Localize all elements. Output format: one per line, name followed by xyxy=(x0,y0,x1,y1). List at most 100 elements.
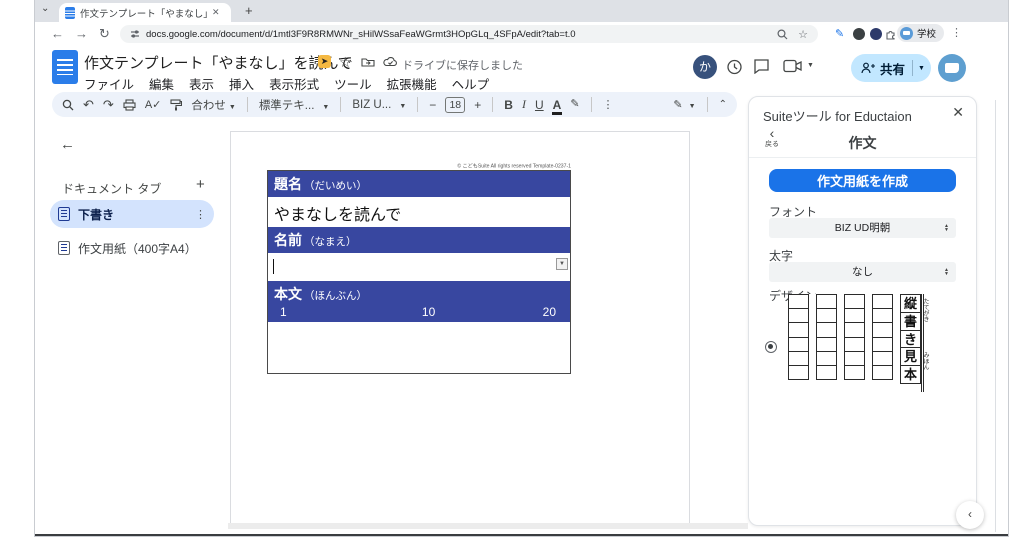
star-icon[interactable]: ☆ xyxy=(339,54,352,71)
bold-button[interactable]: B xyxy=(504,98,513,112)
tab-close-icon[interactable]: ✕ xyxy=(212,7,220,18)
sidebar-item-essay-paper[interactable]: 作文用紙（400字A4） xyxy=(50,236,214,260)
share-button[interactable]: 共有 ▼ xyxy=(851,54,931,82)
name-header-row: 名前（なまえ） xyxy=(268,227,570,253)
url-bar[interactable]: docs.google.com/document/d/1mtl3F9R8RMWN… xyxy=(120,25,818,43)
panel-page-title: 作文 xyxy=(749,133,976,153)
horizontal-scrollbar[interactable] xyxy=(228,523,748,529)
grid-column xyxy=(788,294,809,392)
essay-title-text[interactable]: やまなしを読んで xyxy=(274,201,401,225)
video-call-icon[interactable] xyxy=(783,59,803,73)
reload-button[interactable]: ↻ xyxy=(99,22,110,46)
toolbar-divider xyxy=(247,97,248,112)
new-tab-button[interactable]: + xyxy=(245,3,253,18)
tab-options-icon[interactable]: ⋮ xyxy=(195,208,206,221)
suite-tool-icon[interactable] xyxy=(938,54,966,82)
hide-menus-icon[interactable]: ⌃ xyxy=(719,99,727,110)
paint-format-icon[interactable] xyxy=(170,99,182,111)
move-folder-icon[interactable] xyxy=(361,56,375,68)
user-avatar[interactable]: か xyxy=(693,55,717,79)
extension-icon[interactable] xyxy=(870,28,882,40)
document-page[interactable]: © こどもSuite All rights reserved Template-… xyxy=(230,131,690,527)
document-tabs-heading: ドキュメント タブ xyxy=(62,180,161,197)
sidebar-item-label: 下書き xyxy=(78,206,187,223)
underline-button[interactable]: U xyxy=(535,98,544,112)
hide-side-panel-button[interactable]: ‹ xyxy=(956,501,984,529)
search-icon[interactable] xyxy=(62,99,74,111)
profile-chip[interactable]: 学校 xyxy=(897,24,944,42)
more-options-icon[interactable]: ⋮ xyxy=(603,98,614,111)
body-empty-row[interactable] xyxy=(268,322,570,373)
video-call-dropdown-icon[interactable]: ▼ xyxy=(807,62,814,69)
document-canvas[interactable]: © こどもSuite All rights reserved Template-… xyxy=(228,118,748,530)
forward-button[interactable]: → xyxy=(75,22,88,46)
share-label: 共有 xyxy=(880,59,905,78)
browser-menu-icon[interactable]: ⋮ xyxy=(951,26,962,39)
cloud-saved-icon[interactable] xyxy=(383,56,398,67)
create-essay-paper-button[interactable]: 作文用紙を作成 xyxy=(769,169,956,192)
zoom-page-icon[interactable] xyxy=(777,29,788,40)
design-preview[interactable]: 縦 書 き 見 本 たてがき みほん xyxy=(788,294,928,392)
comments-icon[interactable] xyxy=(753,58,770,74)
toolbar-divider xyxy=(707,97,708,112)
panel-close-icon[interactable]: ✕ xyxy=(952,104,964,121)
site-info-icon[interactable] xyxy=(130,29,140,39)
name-dropdown-icon[interactable]: ▼ xyxy=(556,258,568,270)
sidebar-item-draft[interactable]: 下書き ⋮ xyxy=(50,200,214,228)
increase-font-size-button[interactable]: + xyxy=(474,99,481,111)
unfold-icon: ▲▼ xyxy=(944,262,949,282)
title-value-row[interactable]: やまなしを読んで xyxy=(268,197,570,227)
bold-select[interactable]: なし ▲▼ xyxy=(769,262,956,282)
toolbar-divider xyxy=(492,97,493,112)
font-size-input[interactable]: 18 xyxy=(445,97,465,113)
tab-search-chevron-icon[interactable]: ⌄ xyxy=(41,3,49,14)
zoom-select[interactable]: 合わせ▼ xyxy=(191,97,235,113)
sample-char: き xyxy=(900,330,921,349)
school-avatar xyxy=(900,27,913,40)
document-title[interactable]: 作文テンプレート「やまなし」を読んで xyxy=(84,52,353,73)
saved-status[interactable]: ドライブに保存しました xyxy=(402,57,523,73)
highlight-color-icon[interactable]: ✎ xyxy=(570,99,579,110)
spellcheck-icon[interactable]: A✓ xyxy=(145,98,162,111)
menu-extensions[interactable]: 拡張機能 xyxy=(387,74,437,93)
undo-icon[interactable]: ↶ xyxy=(83,98,94,111)
tab-strip: ⌄ 作文テンプレート「やまなし」を読んで ✕ + xyxy=(35,0,1008,22)
font-family-select[interactable]: BIZ U...▼ xyxy=(352,99,406,111)
font-select[interactable]: BIZ UD明朝 ▲▼ xyxy=(769,218,956,238)
close-sidebar-arrow-icon[interactable]: ← xyxy=(60,136,75,153)
bookmark-star-icon[interactable]: ☆ xyxy=(798,28,808,41)
editing-mode-button[interactable]: ✎ ▼ xyxy=(673,98,695,111)
essay-form-table[interactable]: 題名（だいめい） やまなしを読んで 名前（なまえ） ▼ 本文（ほんぶん） 1 1… xyxy=(267,170,571,374)
design-radio-selected[interactable] xyxy=(765,341,777,353)
tab-title: 作文テンプレート「やまなし」を読んで xyxy=(80,6,210,20)
share-divider xyxy=(912,60,913,76)
share-dropdown-icon[interactable]: ▼ xyxy=(918,65,925,72)
menu-edit[interactable]: 編集 xyxy=(149,74,174,93)
menu-file[interactable]: ファイル xyxy=(84,74,134,93)
menu-format[interactable]: 表示形式 xyxy=(269,74,319,93)
docs-toolbar: ↶ ↷ A✓ 合わせ▼ 標準テキ...▼ BIZ U...▼ − 18 + B … xyxy=(52,92,737,117)
menu-help[interactable]: ヘルプ xyxy=(452,74,490,93)
docs-logo-icon[interactable] xyxy=(52,50,78,84)
redo-icon[interactable]: ↷ xyxy=(103,98,114,111)
italic-button[interactable]: I xyxy=(522,97,526,112)
document-icon xyxy=(58,207,70,221)
menu-insert[interactable]: 挿入 xyxy=(229,74,254,93)
add-tab-button[interactable]: + xyxy=(196,176,205,193)
profile-label: 学校 xyxy=(917,26,936,40)
menu-tools[interactable]: ツール xyxy=(334,74,372,93)
extension-icon[interactable] xyxy=(853,28,865,40)
decrease-font-size-button[interactable]: − xyxy=(429,99,436,111)
panel-title: Suiteツール for Eductaion xyxy=(763,106,912,125)
extensions-puzzle-icon[interactable] xyxy=(885,28,897,40)
name-input-row[interactable]: ▼ xyxy=(268,253,570,281)
text-color-button[interactable]: A xyxy=(553,98,562,112)
browser-tab[interactable]: 作文テンプレート「やまなし」を読んで ✕ xyxy=(59,3,231,22)
unfold-icon: ▲▼ xyxy=(944,218,949,238)
print-icon[interactable] xyxy=(123,99,136,111)
pen-extension-icon[interactable]: ✎ xyxy=(835,27,844,40)
version-history-icon[interactable] xyxy=(725,58,743,76)
back-button[interactable]: ← xyxy=(51,22,64,46)
menu-view[interactable]: 表示 xyxy=(189,74,214,93)
paragraph-style-select[interactable]: 標準テキ...▼ xyxy=(259,97,330,113)
